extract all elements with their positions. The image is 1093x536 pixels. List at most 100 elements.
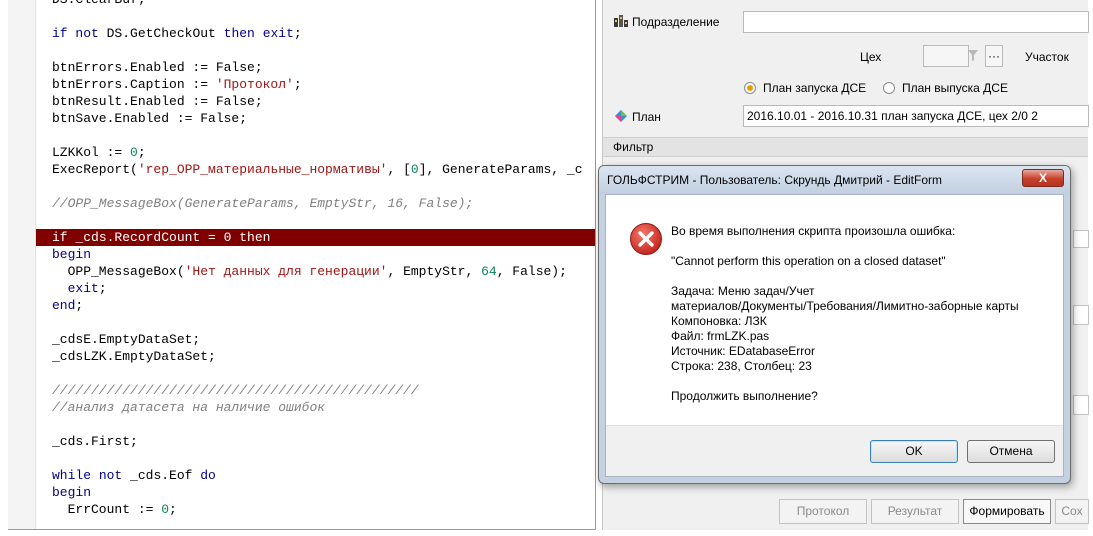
code-line[interactable]: if not DS.GetCheckOut then exit; (36, 25, 595, 42)
code-token: end (52, 298, 76, 313)
detail-line: материалов/Документы/Требования/Лимитно-… (671, 299, 1019, 313)
code-line[interactable] (36, 365, 595, 382)
code-line[interactable]: begin (36, 246, 595, 263)
code-line[interactable]: ////////////////////////////////////////… (36, 382, 595, 399)
code-line[interactable]: //OPP_MessageBox(GenerateParams, EmptySt… (36, 195, 595, 212)
plan-label: План (632, 110, 661, 124)
code-line[interactable] (36, 450, 595, 467)
plan-field[interactable]: 2016.10.01 - 2016.10.31 план запуска ДСЕ… (743, 105, 1089, 127)
code-token: , [ (387, 162, 411, 177)
code-line[interactable] (36, 42, 595, 59)
code-line[interactable]: _cdsE.EmptyDataSet; (36, 331, 595, 348)
code-line[interactable] (36, 518, 595, 529)
code-token: begin (52, 247, 92, 262)
radio-launch-plan[interactable] (744, 82, 756, 94)
code-token: 'Нет данных для генерации' (184, 264, 388, 279)
workshop-field[interactable] (923, 45, 969, 67)
code-token: DS.GetCheckOut (98, 26, 224, 41)
code-token: 64 (481, 264, 497, 279)
code-token: btnSave.Enabled := False; (52, 111, 248, 126)
editor-gutter (8, 0, 36, 529)
code-line-error-highlight[interactable]: if _cds.RecordCount = 0 then (36, 229, 595, 246)
code-line[interactable]: while not _cds.Eof do (36, 467, 595, 484)
code-token: ; (137, 145, 146, 160)
code-token: btnResult.Enabled := False; (52, 94, 263, 109)
close-icon: X (1038, 171, 1047, 185)
code-line[interactable] (36, 127, 595, 144)
code-line[interactable]: ErrCount := 0; (36, 501, 595, 518)
code-token: ////////////////////////////////////////… (52, 383, 419, 398)
code-line[interactable]: btnSave.Enabled := False; (36, 110, 595, 127)
detail-line: Строка: 238, Столбец: 23 (671, 359, 812, 373)
code-token: ; (98, 281, 107, 296)
code-token: _cdsE.EmptyDataSet; (52, 332, 201, 347)
detail-line: Файл: frmLZK.pas (671, 329, 770, 343)
ok-button[interactable]: OK (870, 440, 958, 463)
hidden-field[interactable] (1073, 395, 1089, 415)
code-token: exit (262, 26, 294, 41)
code-line[interactable]: DS.ClearBuf; (36, 0, 595, 8)
code-token: ; (75, 298, 84, 313)
cancel-button[interactable]: Отмена (967, 440, 1055, 463)
code-token: ExecReport( (52, 162, 138, 177)
workshop-label: Цех (860, 50, 882, 64)
close-button[interactable]: X (1022, 169, 1064, 187)
code-line[interactable]: _cdsLZK.EmptyDataSet; (36, 348, 595, 365)
code-line[interactable] (36, 416, 595, 433)
save-button[interactable]: Сох (1055, 499, 1089, 524)
code-token: _cds.Eof (122, 468, 201, 483)
code-line[interactable]: begin (36, 484, 595, 501)
code-token: not (98, 468, 123, 483)
code-line[interactable]: ExecReport('rep_OPP_материальные_нормати… (36, 161, 595, 178)
radio-release-plan[interactable] (883, 82, 895, 94)
code-token: _cds.RecordCount = 0 (67, 230, 240, 245)
code-token: 'rep_OPP_материальные_нормативы' (137, 162, 388, 177)
radio-release-plan-label: План выпуска ДСЕ (902, 81, 1008, 95)
subdivision-field[interactable] (743, 11, 1089, 33)
code-token: ErrCount := (52, 502, 162, 517)
code-token: ; (169, 502, 177, 517)
code-line[interactable] (36, 212, 595, 229)
code-token: 0 (130, 145, 138, 160)
code-editor[interactable]: DS.ClearBuf; if not DS.GetCheckOut then e… (8, 0, 596, 530)
code-line[interactable]: btnErrors.Caption := 'Протокол'; (36, 76, 595, 93)
code-token: ; (293, 26, 302, 41)
code-line[interactable] (36, 178, 595, 195)
code-token: , EmptyStr, (387, 264, 482, 279)
filter-icon[interactable] (967, 49, 979, 62)
code-line[interactable]: _cds.First; (36, 433, 595, 450)
workshop-dropdown-button[interactable]: ··· (985, 45, 1003, 67)
protocol-button[interactable]: Протокол (779, 499, 867, 524)
filter-section-header[interactable]: Фильтр (603, 137, 1088, 157)
hidden-field[interactable] (1073, 305, 1089, 325)
radio-launch-plan-label: План запуска ДСЕ (763, 81, 867, 95)
dialog-footer: OK Отмена (606, 425, 1063, 476)
detail-line: Компоновка: ЛЗК (671, 314, 767, 328)
dialog-message: Во время выполнения скрипта произошла ош… (671, 224, 1019, 419)
ellipsis-icon: ··· (988, 49, 1000, 63)
code-line[interactable]: btnResult.Enabled := False; (36, 93, 595, 110)
code-area[interactable]: DS.ClearBuf; if not DS.GetCheckOut then e… (36, 0, 595, 529)
result-button[interactable]: Результат (871, 499, 959, 524)
code-token: btnErrors.Caption := (52, 77, 216, 92)
code-token: 0 (410, 162, 419, 177)
code-line[interactable] (36, 8, 595, 25)
code-token: _cdsLZK.EmptyDataSet; (52, 349, 216, 364)
code-line[interactable]: exit; (36, 280, 595, 297)
dialog-titlebar[interactable]: ГОЛЬФСТРИМ - Пользователь: Скрундь Дмитр… (599, 166, 1070, 194)
error-dialog: ГОЛЬФСТРИМ - Пользователь: Скрундь Дмитр… (598, 165, 1071, 484)
dialog-title: ГОЛЬФСТРИМ - Пользователь: Скрундь Дмитр… (607, 173, 942, 187)
message-header: Во время выполнения скрипта произошла ош… (671, 224, 956, 238)
code-line[interactable] (36, 314, 595, 331)
code-line[interactable]: btnErrors.Enabled := False; (36, 59, 595, 76)
code-token: while (52, 468, 92, 483)
code-line[interactable]: //анализ датасета на наличие ошибок (36, 399, 595, 416)
generate-button[interactable]: Формировать (963, 499, 1051, 524)
code-line[interactable]: LZKKol := 0; (36, 144, 595, 161)
code-token: begin (52, 485, 92, 500)
hidden-field[interactable] (1073, 230, 1089, 248)
code-token: _cds.First; (52, 434, 138, 449)
code-line[interactable]: end; (36, 297, 595, 314)
code-line[interactable]: OPP_MessageBox('Нет данных для генерации… (36, 263, 595, 280)
